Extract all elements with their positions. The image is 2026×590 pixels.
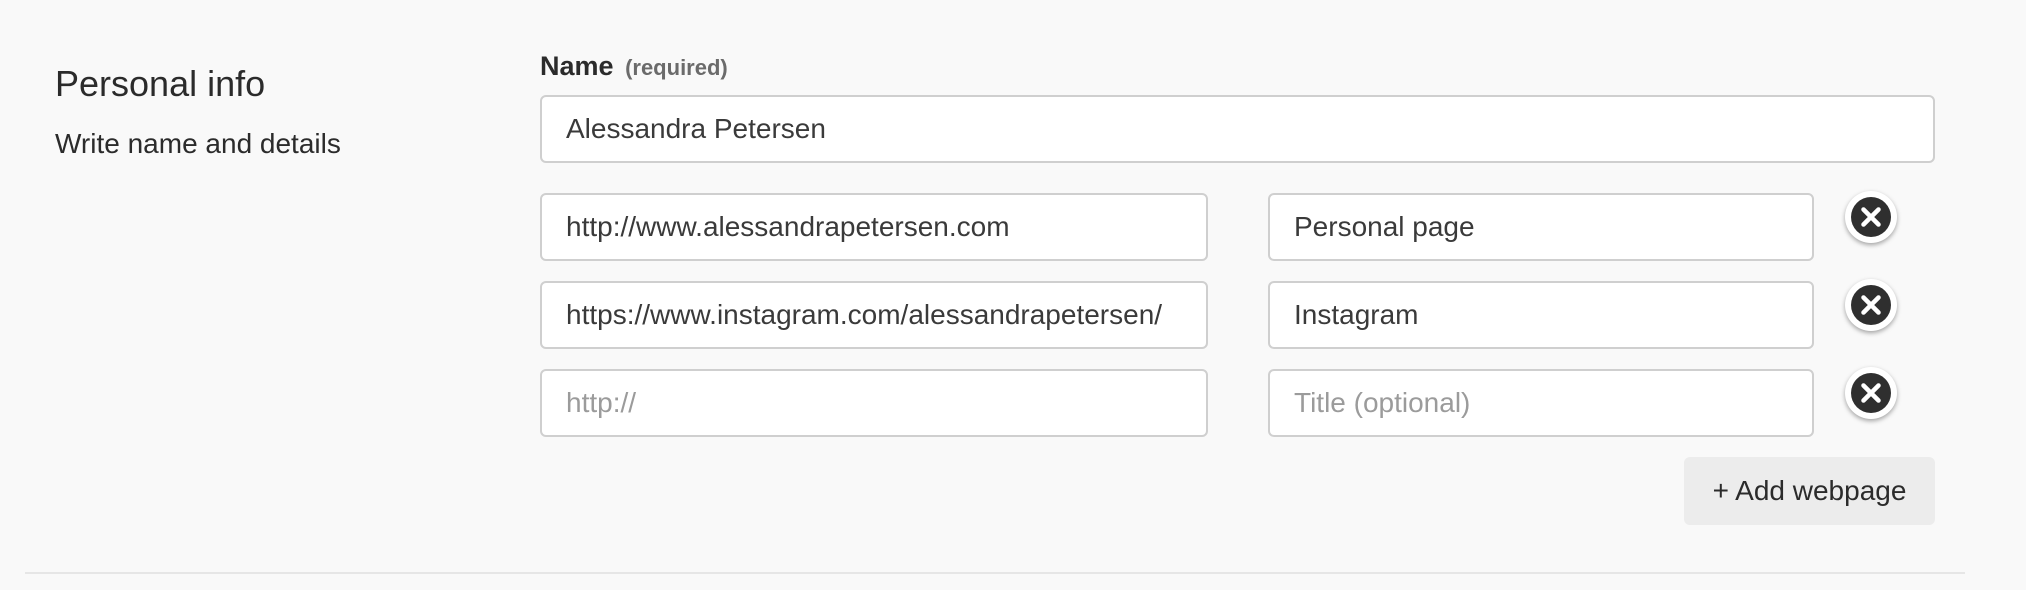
remove-webpage-button-3[interactable] [1845,367,1897,419]
add-webpage-button[interactable]: + Add webpage [1684,457,1935,525]
webpage-title-input-1[interactable] [1268,193,1814,261]
personal-info-section: Personal info Write name and details Nam… [0,0,2026,590]
webpage-url-input-2[interactable] [540,281,1208,349]
close-circle-icon [1850,196,1892,238]
section-subtitle: Write name and details [55,128,341,159]
remove-webpage-button-2[interactable] [1845,279,1897,331]
webpage-url-input-1[interactable] [540,193,1208,261]
webpage-url-input-3[interactable] [540,369,1208,437]
section-divider [25,572,1965,574]
webpage-title-input-3[interactable] [1268,369,1814,437]
remove-webpage-button-1[interactable] [1845,191,1897,243]
name-label-text: Name [540,51,614,81]
name-label: Name (required) [540,51,728,82]
required-indicator: (required) [625,55,728,80]
name-input[interactable] [540,95,1935,163]
close-circle-icon [1850,372,1892,414]
section-title: Personal info [55,63,266,104]
close-circle-icon [1850,284,1892,326]
webpage-title-input-2[interactable] [1268,281,1814,349]
